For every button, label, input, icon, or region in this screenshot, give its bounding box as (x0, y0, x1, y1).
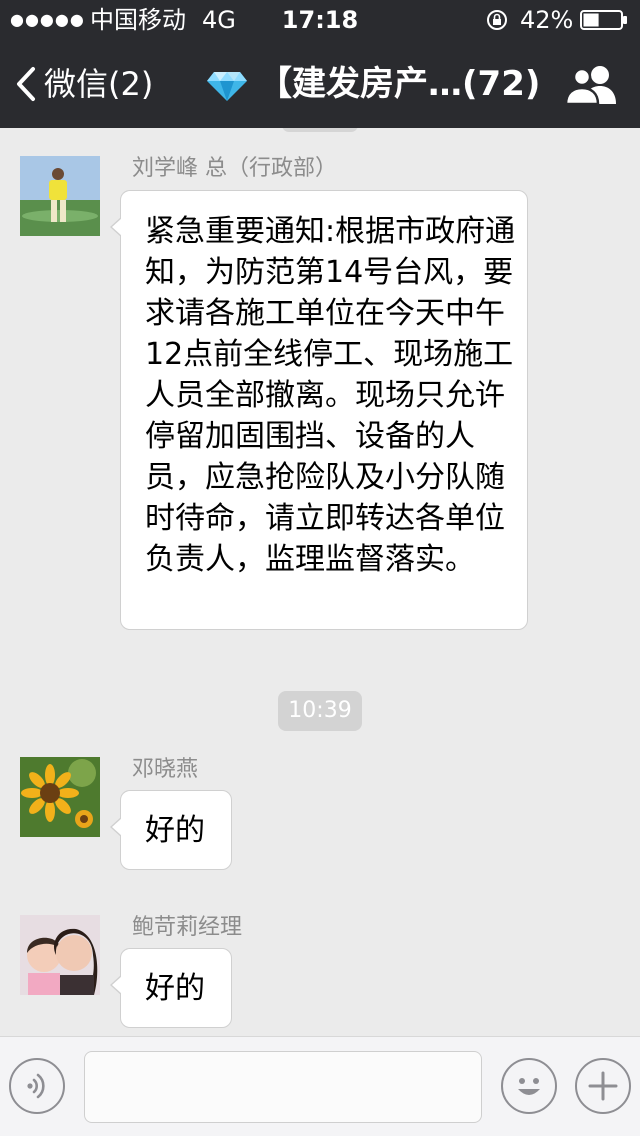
battery-icon (580, 10, 627, 30)
rotation-lock-icon (487, 10, 507, 30)
plus-icon (588, 1071, 618, 1101)
message-text: 好的 (145, 971, 205, 1006)
chat-messages[interactable]: 刘学峰 总（行政部） 紧急重要通知:根据市政府通知，为防范第14号台风，要求请各… (0, 128, 640, 1036)
back-button[interactable]: 微信(2) (14, 58, 153, 110)
battery-fill (583, 13, 599, 27)
avatar[interactable] (20, 156, 100, 236)
nav-bar: 微信(2) 【建发房产…(72) (0, 40, 640, 128)
emoji-icon (518, 1078, 540, 1095)
status-bar: ●●●●● 中国移动 4G 17:18 42% (0, 0, 640, 40)
message-bubble[interactable]: 紧急重要通知:根据市政府通知，为防范第14号台风，要求请各施工单位在今天中午12… (110, 190, 528, 630)
back-label: 微信(2) (44, 65, 154, 103)
avatar[interactable] (20, 915, 100, 995)
message-bubble[interactable]: 好的 (110, 790, 232, 870)
chevron-left-icon (17, 67, 35, 101)
previous-timestamp-pill (282, 128, 358, 132)
chat-title: 【建发房产…(72) (258, 64, 541, 104)
battery-percent: 42% (520, 6, 574, 34)
diamond-icon (207, 72, 247, 101)
voice-button[interactable] (9, 1058, 65, 1114)
sender-name: 鲍苛莉经理 (132, 915, 243, 940)
voice-icon (27, 1073, 45, 1099)
message-text: 好的 (145, 813, 205, 848)
message-bubble[interactable]: 好的 (110, 948, 232, 1028)
message-input[interactable] (84, 1051, 482, 1123)
plus-button[interactable] (575, 1058, 631, 1114)
sender-name: 刘学峰 总（行政部） (132, 156, 337, 181)
input-bar (0, 1036, 640, 1136)
sender-name: 邓晓燕 (132, 757, 199, 782)
timestamp-pill: 10:39 (278, 691, 362, 731)
group-members-icon[interactable] (562, 62, 622, 106)
message-text: 紧急重要通知:根据市政府通知，为防范第14号台风，要求请各施工单位在今天中午12… (145, 214, 516, 577)
avatar[interactable] (20, 757, 100, 837)
emoji-button[interactable] (501, 1058, 557, 1114)
wechat-chat-screen: ●●●●● 中国移动 4G 17:18 42% 微信(2) 【建发房产…(72)… (0, 0, 640, 1136)
